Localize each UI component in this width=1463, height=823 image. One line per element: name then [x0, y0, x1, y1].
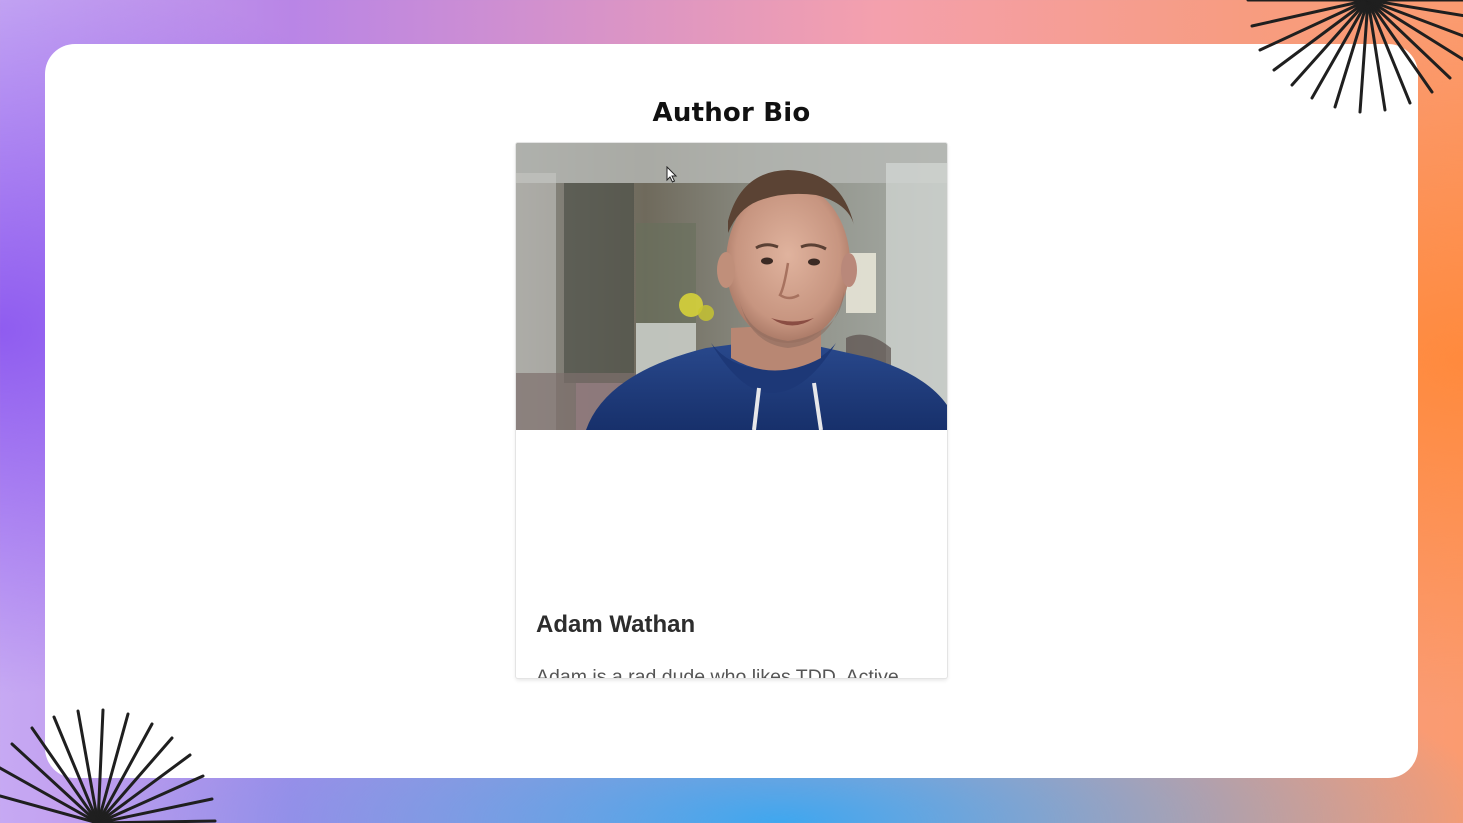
- mouse-pointer-icon: [666, 166, 678, 183]
- author-bio: Adam is a rad dude who likes TDD, Active…: [536, 666, 899, 678]
- author-name: Adam Wathan: [536, 611, 696, 638]
- sunburst-bottom-left-icon: [0, 708, 217, 823]
- sunburst-top-right-icon: [1246, 0, 1463, 114]
- author-photo: [516, 143, 947, 430]
- author-card: Adam Wathan Adam is a rad dude who likes…: [516, 143, 947, 678]
